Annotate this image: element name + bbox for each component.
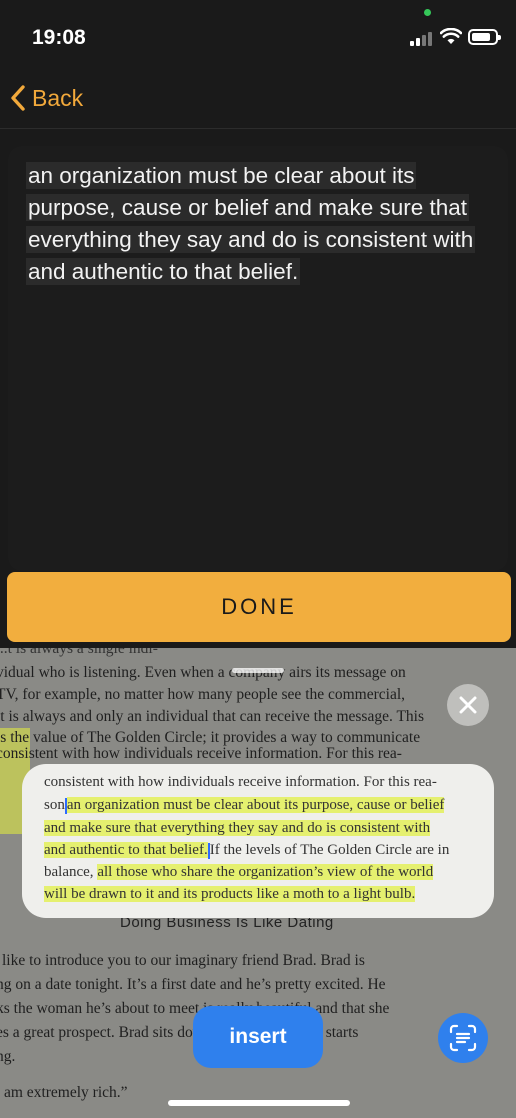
insert-button[interactable]: insert xyxy=(193,1006,323,1068)
book-text-line: consistent with how individuals receive … xyxy=(0,745,402,762)
editor-line: an organization must be clear about its xyxy=(26,162,417,189)
card-text-line: will be drawn to it and its products lik… xyxy=(44,886,416,903)
card-text-line: son an organization must be clear about i… xyxy=(44,797,445,814)
done-button[interactable]: DONE xyxy=(7,572,511,642)
card-text-line: balance, all those who share the organiz… xyxy=(44,864,434,881)
status-time: 19:08 xyxy=(32,26,86,49)
detected-text: will be drawn to it and its products lik… xyxy=(44,886,416,902)
selected-text: and authentic to that belief. xyxy=(44,842,208,858)
back-button[interactable]: Back xyxy=(10,84,83,112)
book-text-line: ng on a date tonight. It’s a first date … xyxy=(0,976,386,993)
book-text-line: like to introduce you to our imaginary f… xyxy=(2,952,365,969)
recognized-text-card[interactable]: consistent with how individuals receive … xyxy=(22,764,494,918)
detected-text: all those who share the organization’s v… xyxy=(97,864,434,880)
navigation-bar: Back xyxy=(0,76,516,129)
selected-text: an organization must be clear about its … xyxy=(66,797,445,813)
card-text: If the levels of The Golden Circle are i… xyxy=(209,842,450,858)
book-text-line: ...t is always a single indi- xyxy=(0,648,158,657)
book-text-line: it is always and only an individual that… xyxy=(0,708,424,725)
card-text-line: and make sure that everything they say a… xyxy=(44,820,431,837)
chevron-left-icon xyxy=(11,85,25,111)
wifi-icon xyxy=(440,28,462,44)
card-text-line: and authentic to that belief. If the leve… xyxy=(44,842,449,859)
back-label: Back xyxy=(32,84,84,111)
close-button[interactable] xyxy=(447,684,489,726)
editor-line: and authentic to that belief. xyxy=(26,258,301,285)
scan-text-button[interactable] xyxy=(438,1013,488,1063)
card-text: son xyxy=(44,797,65,813)
signal-icon xyxy=(410,30,434,46)
home-indicator[interactable] xyxy=(168,1100,350,1106)
battery-icon xyxy=(468,29,501,45)
editor-line: everything they say and do is consistent… xyxy=(26,226,476,253)
sheet-grabber[interactable] xyxy=(232,668,284,673)
card-text: balance, xyxy=(44,864,94,880)
privacy-indicator-dot xyxy=(424,9,431,16)
book-text-line: TV, for example, no matter how many peop… xyxy=(0,686,406,703)
status-bar: 19:08 xyxy=(0,0,516,76)
close-icon xyxy=(459,696,477,714)
editor-line: purpose, cause or belief and make sure t… xyxy=(26,194,470,221)
selected-text: and make sure that everything they say a… xyxy=(44,820,431,836)
editor-text[interactable]: an organization must be clear about its … xyxy=(26,160,496,288)
text-editor[interactable]: an organization must be clear about its … xyxy=(8,146,508,571)
live-text-scan-icon xyxy=(449,1024,477,1052)
card-text-line: consistent with how individuals receive … xyxy=(44,774,437,790)
book-text-line: vidual who is listening. Even when a com… xyxy=(0,664,406,681)
